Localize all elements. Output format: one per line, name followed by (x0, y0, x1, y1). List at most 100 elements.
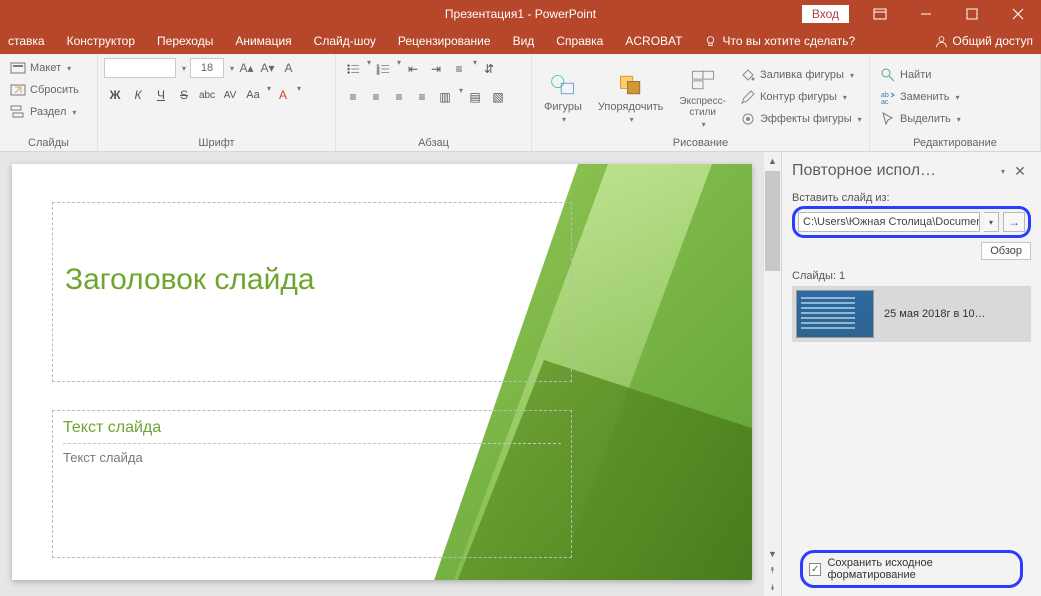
close-icon[interactable] (995, 0, 1041, 28)
italic-button[interactable]: К (127, 84, 149, 106)
group-label-editing: Редактирование (876, 136, 1034, 149)
svg-text:ab: ab (881, 92, 889, 99)
reset-button[interactable]: Сбросить (6, 80, 91, 100)
align-text-button[interactable]: ▤ (464, 86, 486, 108)
strikethrough-button[interactable]: S (173, 84, 195, 106)
chevron-down-icon[interactable]: ▾ (230, 64, 234, 73)
scroll-down-icon[interactable]: ▼ (764, 545, 781, 562)
scroll-thumb[interactable] (765, 171, 780, 271)
scroll-up-icon[interactable]: ▲ (764, 152, 781, 169)
shape-effects-button[interactable]: Эффекты фигуры▾ (736, 109, 866, 129)
reuse-slide-caption: 25 мая 2018г в 10… (884, 308, 986, 320)
font-color-label: A (279, 88, 287, 102)
maximize-icon[interactable] (949, 0, 995, 28)
text-direction-button[interactable]: ⇵ (478, 58, 500, 80)
content-body-text: Текст слайда (63, 450, 561, 465)
chevron-down-icon[interactable]: ▾ (297, 84, 301, 106)
tab-insert[interactable]: ставка (8, 34, 45, 48)
bullets-button[interactable] (342, 58, 364, 80)
increase-font-button[interactable]: A▴ (238, 58, 255, 78)
bold-button[interactable]: Ж (104, 84, 126, 106)
char-spacing-button[interactable]: AV (219, 84, 241, 106)
quick-styles-button[interactable]: Экспресс-стили ▾ (673, 64, 732, 131)
next-slide-icon[interactable]: ⯯ (764, 579, 781, 596)
shapes-label: Фигуры (544, 101, 582, 113)
tab-view[interactable]: Вид (513, 34, 535, 48)
reset-label: Сбросить (30, 84, 79, 96)
shape-outline-button[interactable]: Контур фигуры▾ (736, 87, 866, 107)
decrease-indent-button[interactable]: ⇤ (402, 58, 424, 80)
prev-slide-icon[interactable]: ⯭ (764, 562, 781, 579)
justify-button[interactable]: ≡ (411, 86, 433, 108)
path-dropdown-button[interactable]: ▾ (984, 212, 999, 232)
reset-icon (10, 82, 26, 98)
tab-transitions[interactable]: Переходы (157, 34, 213, 48)
paint-bucket-icon (740, 67, 756, 83)
group-label-font: Шрифт (104, 136, 329, 149)
align-left-button[interactable]: ≡ (342, 86, 364, 108)
replace-button[interactable]: abac Заменить▾ (876, 87, 965, 107)
font-color-button[interactable]: A (272, 84, 294, 106)
shapes-icon (549, 71, 577, 99)
shapes-button[interactable]: Фигуры ▾ (538, 69, 588, 126)
smartart-button[interactable]: ▧ (487, 86, 509, 108)
find-button[interactable]: Найти (876, 65, 965, 85)
shape-fill-label: Заливка фигуры (760, 69, 844, 81)
clear-formatting-button[interactable]: A (280, 58, 297, 78)
login-button[interactable]: Вход (802, 5, 849, 23)
browse-button[interactable]: Обзор (981, 242, 1031, 260)
pane-menu-icon[interactable]: ▾ (1001, 167, 1005, 176)
section-button[interactable]: Раздел▾ (6, 102, 91, 122)
align-center-button[interactable]: ≡ (365, 86, 387, 108)
underline-button[interactable]: Ч (150, 84, 172, 106)
cursor-icon (880, 111, 896, 127)
tab-animations[interactable]: Анимация (235, 34, 291, 48)
text-shadow-button[interactable]: abc (196, 84, 218, 106)
path-input[interactable]: C:\Users\Южная Столица\Document (798, 212, 980, 232)
vertical-scrollbar[interactable]: ▲ ▼ ⯭ ⯯ (764, 152, 781, 596)
numbering-button[interactable]: 123 (372, 58, 394, 80)
ribbon-display-options-icon[interactable] (857, 0, 903, 28)
chevron-down-icon[interactable]: ▾ (182, 64, 186, 73)
tab-design[interactable]: Конструктор (67, 34, 135, 48)
share-button[interactable]: Общий доступ (935, 34, 1033, 48)
font-name-combo[interactable] (104, 58, 176, 78)
arrange-button[interactable]: Упорядочить ▾ (592, 69, 669, 126)
keep-source-formatting-checkbox[interactable]: ✓ Сохранить исходное форматирование (800, 550, 1023, 588)
decrease-font-button[interactable]: A▾ (259, 58, 276, 78)
search-icon (880, 67, 896, 83)
slide[interactable]: Заголовок слайда Текст слайда Текст слай… (12, 164, 752, 580)
columns-button[interactable]: ▥ (434, 86, 456, 108)
tab-review[interactable]: Рецензирование (398, 34, 491, 48)
title-placeholder[interactable]: Заголовок слайда (52, 202, 572, 382)
replace-label: Заменить (900, 91, 949, 103)
go-button[interactable]: → (1003, 212, 1025, 232)
content-placeholder[interactable]: Текст слайда Текст слайда (52, 410, 572, 558)
tab-help[interactable]: Справка (556, 34, 603, 48)
arrange-icon (617, 71, 645, 99)
group-drawing: Фигуры ▾ Упорядочить ▾ Экспресс-стили ▾ … (532, 54, 870, 151)
pane-title: Повторное испол… (792, 162, 995, 180)
align-right-button[interactable]: ≡ (388, 86, 410, 108)
tell-me-search[interactable]: Что вы хотите сделать? (704, 34, 855, 48)
group-label-slides: Слайды (6, 136, 91, 149)
svg-text:ac: ac (881, 99, 889, 105)
lightbulb-icon (704, 35, 717, 48)
share-label: Общий доступ (952, 34, 1033, 48)
keep-source-formatting-label: Сохранить исходное форматирование (827, 557, 1014, 581)
change-case-button[interactable]: Aa (242, 84, 264, 106)
tab-acrobat[interactable]: ACROBAT (625, 34, 682, 48)
line-spacing-button[interactable]: ≡ (448, 58, 470, 80)
reuse-slide-item[interactable]: 25 мая 2018г в 10… (792, 286, 1031, 342)
increase-indent-button[interactable]: ⇥ (425, 58, 447, 80)
section-label: Раздел (30, 106, 66, 118)
shape-fill-button[interactable]: Заливка фигуры▾ (736, 65, 866, 85)
pane-close-button[interactable]: ✕ (1009, 160, 1031, 182)
tab-slideshow[interactable]: Слайд-шоу (314, 34, 376, 48)
layout-button[interactable]: Макет▾ (6, 58, 91, 78)
font-size-combo[interactable]: 18 (190, 58, 224, 78)
insert-from-label: Вставить слайд из: (792, 192, 1031, 204)
minimize-icon[interactable] (903, 0, 949, 28)
select-button[interactable]: Выделить▾ (876, 109, 965, 129)
chevron-down-icon[interactable]: ▾ (267, 84, 271, 106)
